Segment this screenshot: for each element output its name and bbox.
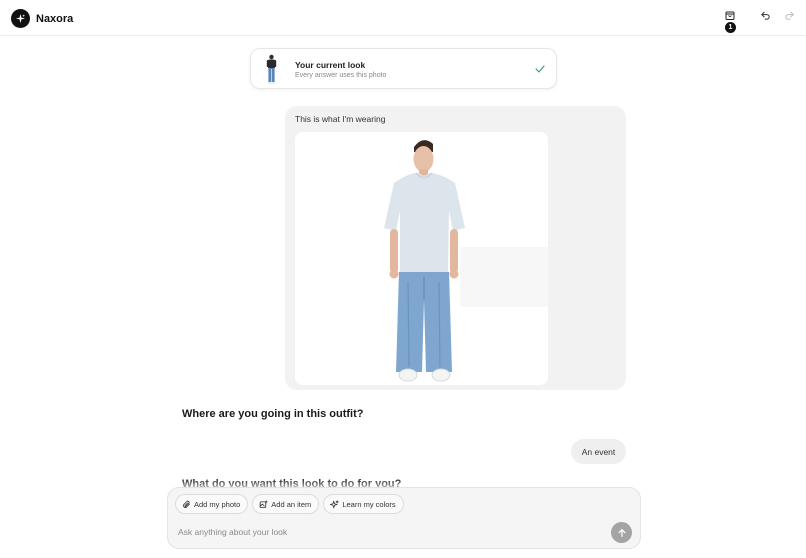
shopping-bag-button[interactable]: 1 — [724, 8, 738, 33]
sparkle-icon — [330, 499, 339, 509]
cart-count-badge: 1 — [725, 22, 736, 33]
app-root: Naxora 1 Your current look Every answer … — [0, 0, 806, 558]
undo-icon — [760, 11, 770, 20]
outfit-photo[interactable] — [295, 132, 548, 385]
top-actions: 1 — [724, 8, 796, 33]
current-look-subtitle: Every answer uses this photo — [295, 72, 387, 79]
shopping-bag-icon — [725, 11, 735, 20]
add-my-photo-label: Add my photo — [194, 499, 241, 509]
brand[interactable]: Naxora — [11, 9, 73, 28]
quick-action-chips: Add my photo Add an item Learn my colors — [175, 494, 408, 514]
app-name: Naxora — [36, 12, 74, 25]
current-look-card[interactable]: Your current look Every answer uses this… — [250, 48, 557, 89]
person-illustration — [295, 132, 548, 385]
learn-my-colors-chip[interactable]: Learn my colors — [323, 494, 404, 514]
assistant-question-event: Where are you going in this outfit? — [182, 408, 364, 420]
top-bar: Naxora 1 — [0, 0, 806, 36]
add-an-item-chip[interactable]: Add an item — [252, 494, 320, 514]
arrow-up-icon — [617, 528, 626, 537]
look-thumbnail — [266, 54, 277, 84]
redo-button[interactable] — [782, 8, 796, 22]
add-an-item-label: Add an item — [271, 499, 312, 509]
sparkle-logo-icon — [11, 9, 30, 28]
send-button[interactable] — [611, 522, 632, 543]
user-reply-bubble: An event — [571, 439, 626, 464]
user-message-bubble: This is what I'm wearing — [285, 106, 626, 390]
undo-button[interactable] — [758, 8, 772, 22]
user-photo-caption: This is what I'm wearing — [295, 114, 386, 124]
message-input[interactable] — [178, 525, 598, 539]
current-look-title: Your current look — [295, 60, 366, 70]
check-icon — [535, 65, 545, 73]
composer: Add my photo Add an item Learn my colors — [167, 487, 641, 549]
learn-my-colors-label: Learn my colors — [342, 499, 396, 509]
redo-icon — [784, 11, 794, 20]
image-add-icon — [259, 499, 268, 509]
paperclip-icon — [182, 500, 191, 509]
add-my-photo-chip[interactable]: Add my photo — [175, 494, 249, 514]
